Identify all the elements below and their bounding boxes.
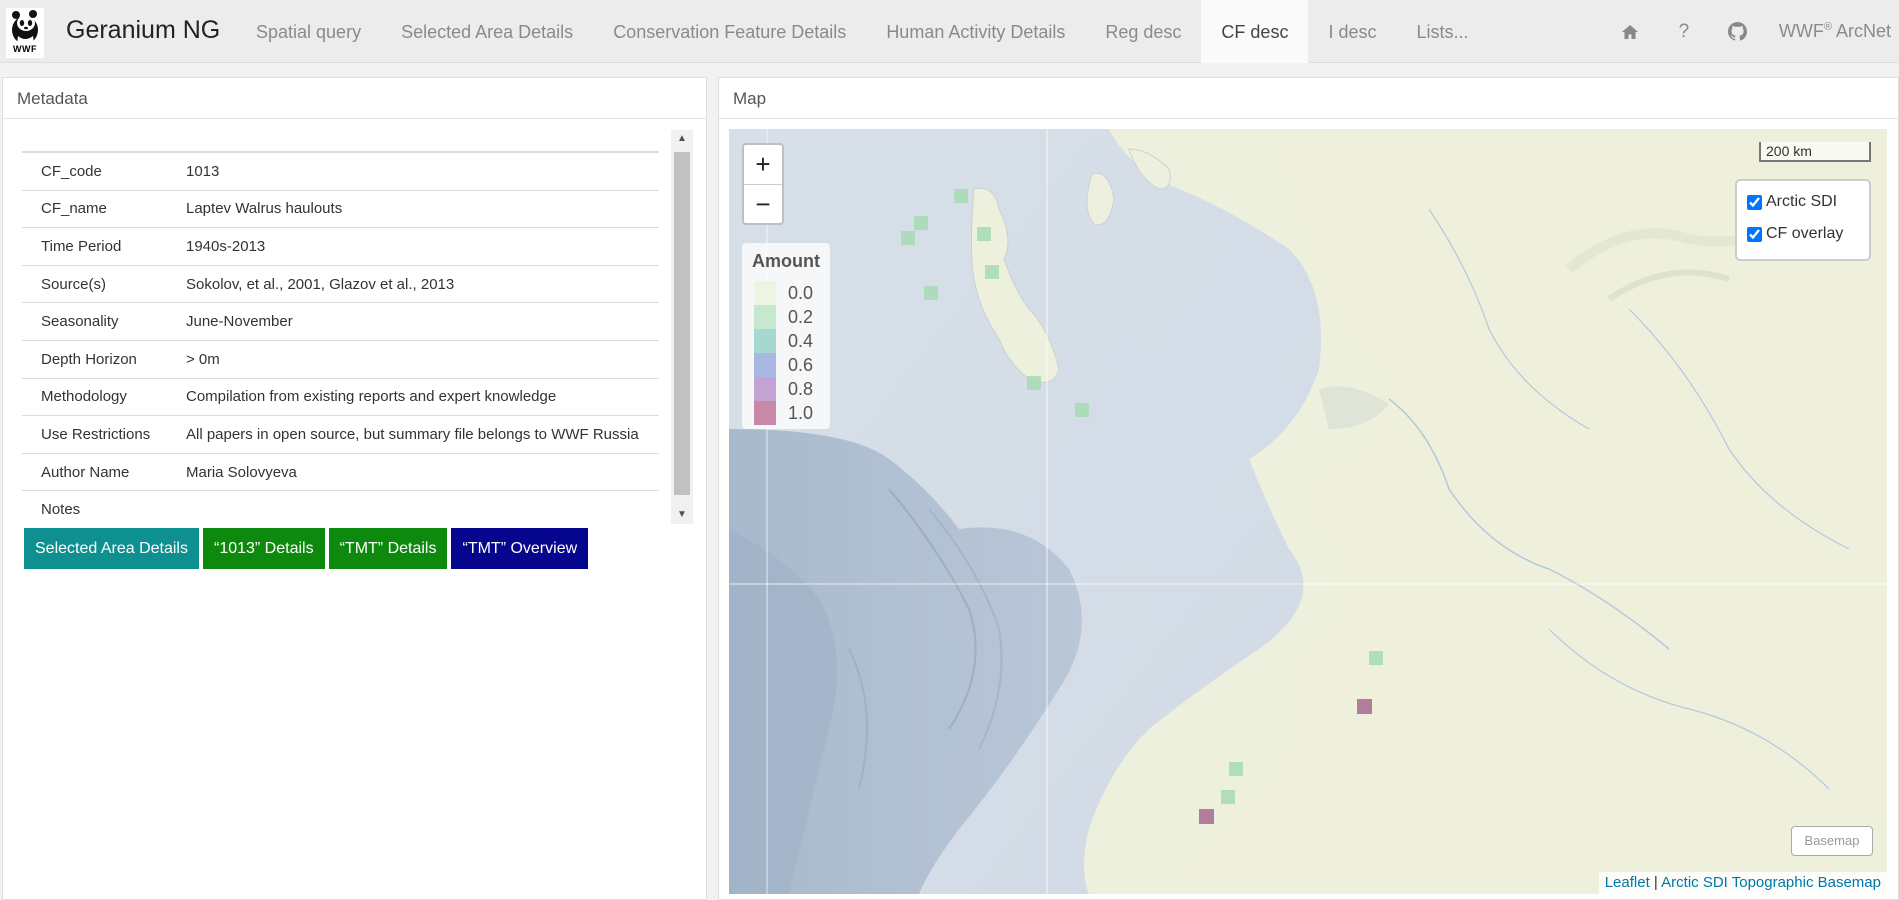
layer-arctic-sdi[interactable]: Arctic SDI (1747, 191, 1837, 213)
row-key: Use Restrictions (41, 425, 151, 443)
legend-label: 0.6 (788, 355, 814, 375)
tab-spatial-query[interactable]: Spatial query (236, 0, 381, 63)
row-value: Compilation from existing reports and ex… (186, 388, 557, 406)
legend-swatch (754, 353, 776, 377)
tab-cf-desc[interactable]: CF desc (1201, 0, 1309, 63)
table-row: Time Period 1940s-2013 (22, 227, 659, 266)
layer-arctic-sdi-checkbox[interactable] (1747, 194, 1762, 210)
row-value: > 0m (186, 350, 220, 368)
tab-conservation-feature-details[interactable]: Conservation Feature Details (593, 0, 866, 63)
table-row: Author Name Maria Solovyeva (22, 453, 659, 491)
row-value: Laptev Walrus haulouts (186, 200, 343, 218)
legend-swatch (754, 377, 776, 401)
row-value: All papers in open source, but summary f… (186, 425, 639, 443)
tmt-details-button[interactable]: “TMT” Details (328, 528, 448, 569)
zoom-out-button[interactable]: − (744, 185, 782, 224)
zoom-in-button[interactable]: + (744, 145, 782, 185)
table-row: CF_name Laptev Walrus haulouts (22, 190, 659, 228)
row-key: CF_name (41, 200, 107, 218)
tab-reg-desc[interactable]: Reg desc (1085, 0, 1201, 63)
legend-label: 1.0 (788, 403, 814, 423)
row-value: 1940s-2013 (186, 237, 266, 255)
logo-text: WWF (13, 44, 37, 54)
basemap-attribution-link[interactable]: Arctic SDI Topographic Basemap (1661, 874, 1881, 891)
arcnet-suffix: ArcNet (1831, 21, 1891, 41)
tab-selected-area-details[interactable]: Selected Area Details (381, 0, 593, 63)
table-row: Notes (22, 490, 659, 524)
leaflet-link[interactable]: Leaflet (1605, 874, 1650, 891)
row-key: Notes (41, 501, 81, 519)
metadata-scroll-area[interactable]: CF_code 1013 CF_name Laptev Walrus haulout… (22, 130, 694, 524)
map-canvas[interactable]: + − Amount 0.0 0.2 0.4 0.6 0.8 1.0 200 k… (729, 129, 1887, 894)
table-row: Seasonality June-November (22, 302, 659, 341)
basemap (729, 129, 1887, 894)
row-value: 1013 (186, 162, 220, 180)
metadata-scrollbar[interactable]: ▲ ▼ (671, 130, 693, 524)
table-row: Source(s) Sokolov, et al., 2001, Glazov e… (22, 265, 659, 303)
basemap-button[interactable]: Basemap (1791, 826, 1873, 856)
legend-label: 0.2 (788, 307, 814, 327)
map-attribution: Leaflet | Arctic SDI Topographic Basemap (1598, 872, 1887, 894)
tab-i-desc[interactable]: I desc (1308, 0, 1396, 63)
tab-lists[interactable]: Lists... (1396, 0, 1488, 63)
row-value: Sokolov, et al., 2001, Glazov et al., 20… (186, 275, 455, 293)
cf-1013-details-button[interactable]: “1013” Details (202, 528, 325, 569)
legend-swatch (754, 305, 776, 329)
home-icon[interactable] (1603, 0, 1657, 63)
table-row: Depth Horizon > 0m (22, 340, 659, 378)
layer-cf-overlay-checkbox[interactable] (1747, 226, 1762, 242)
metadata-table: CF_code 1013 CF_name Laptev Walrus haulout… (22, 151, 659, 524)
nav-right: ? WWF® ArcNet (1603, 0, 1899, 63)
layer-cf-overlay[interactable]: CF overlay (1747, 223, 1843, 245)
legend-label: 0.0 (788, 283, 814, 303)
row-value: June-November (186, 313, 293, 331)
row-key: Time Period (41, 237, 122, 255)
detail-buttons: Selected Area Details “1013” Details “TM… (24, 528, 589, 569)
table-row: Methodology Compilation from existing rep… (22, 378, 659, 416)
selected-area-details-button[interactable]: Selected Area Details (24, 528, 199, 569)
top-navbar: WWF Geranium NG Spatial query Selected A… (0, 0, 1899, 63)
table-row: CF_code 1013 (22, 152, 659, 190)
legend-label: 0.4 (788, 331, 814, 351)
registered-mark: ® (1823, 21, 1832, 33)
legend-swatch (754, 401, 776, 425)
row-key: Depth Horizon (41, 350, 137, 368)
layers-control: Arctic SDI CF overlay (1735, 179, 1871, 261)
row-key: Source(s) (41, 275, 107, 293)
app-title[interactable]: Geranium NG (66, 16, 220, 45)
map-scale: 200 km (1759, 142, 1871, 162)
scroll-thumb[interactable] (674, 152, 690, 495)
legend-swatch (754, 281, 776, 305)
github-icon[interactable] (1711, 0, 1765, 63)
panda-icon (12, 10, 38, 44)
arcnet-link[interactable]: WWF® ArcNet (1765, 21, 1899, 42)
attribution-separator: | (1649, 874, 1662, 891)
row-key: Author Name (41, 463, 130, 481)
wwf-logo[interactable]: WWF (6, 8, 44, 58)
zoom-control: + − (742, 143, 784, 225)
arcnet-label: WWF (1778, 21, 1824, 41)
nav-tabs: Spatial query Selected Area Details Cons… (236, 0, 1489, 63)
tmt-overview-button[interactable]: “TMT” Overview (451, 528, 589, 569)
legend-label: 0.8 (788, 379, 814, 399)
legend-swatch (754, 329, 776, 353)
row-key: Seasonality (41, 313, 119, 331)
legend-title: Amount (752, 251, 820, 271)
scroll-down-arrow-icon[interactable]: ▼ (671, 506, 693, 524)
layer-label: Arctic SDI (1766, 193, 1838, 210)
metadata-heading: Metadata (3, 78, 706, 119)
tab-human-activity-details[interactable]: Human Activity Details (866, 0, 1085, 63)
scroll-up-arrow-icon[interactable]: ▲ (671, 130, 693, 148)
row-value (186, 491, 659, 524)
row-key: Methodology (41, 388, 127, 406)
layer-label: CF overlay (1766, 225, 1844, 242)
row-value: Maria Solovyeva (186, 463, 297, 481)
help-icon[interactable]: ? (1657, 0, 1711, 63)
map-heading: Map (719, 78, 1898, 119)
table-row: Use Restrictions All papers in open sourc… (22, 415, 659, 454)
map-legend: Amount 0.0 0.2 0.4 0.6 0.8 1.0 (742, 243, 830, 429)
row-key: CF_code (41, 162, 102, 180)
